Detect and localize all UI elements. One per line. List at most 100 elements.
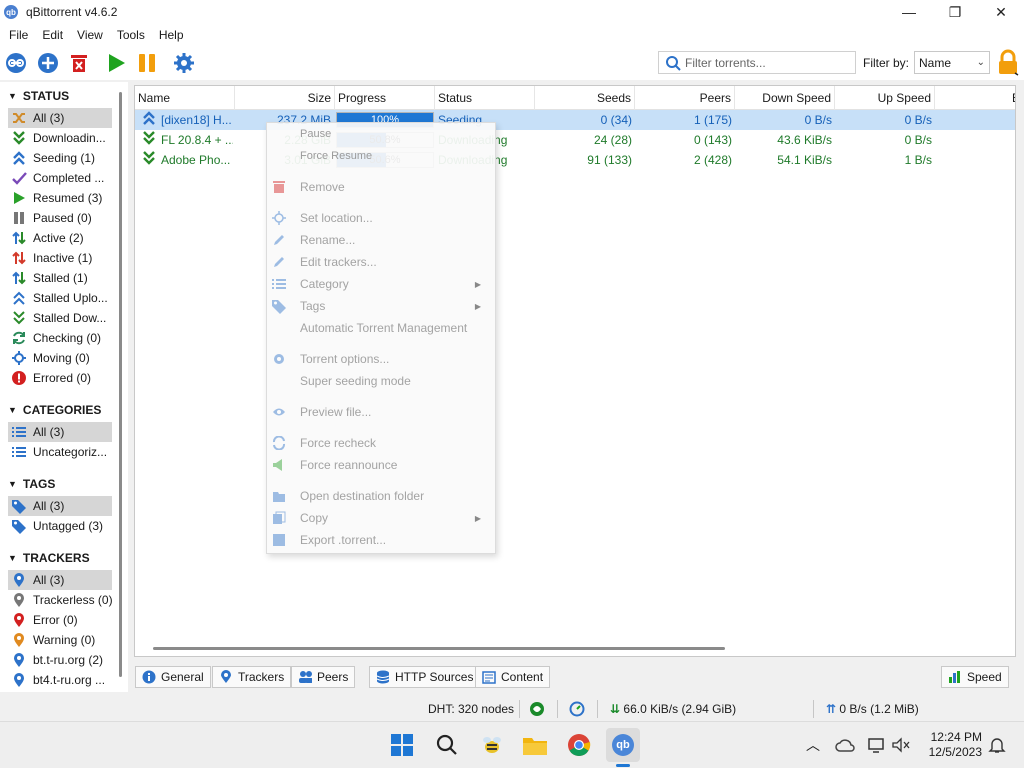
menu-item-open-destination-folder[interactable]: Open destination folder	[267, 485, 495, 507]
col-size[interactable]: Size	[235, 86, 335, 110]
qbittorrent-taskbar-button[interactable]: qb	[606, 728, 640, 762]
status-filter-item[interactable]: Seeding (1)	[8, 148, 112, 168]
bee-app-button[interactable]	[479, 732, 505, 758]
minimize-button[interactable]: —	[886, 0, 932, 24]
categories-header[interactable]: ▼ CATEGORIES	[8, 403, 101, 417]
col-name[interactable]: Name	[135, 86, 235, 110]
tab-general[interactable]: General	[135, 666, 211, 688]
peers-icon	[298, 670, 312, 684]
menu-item-force-reannounce[interactable]: Force reannounce	[267, 454, 495, 476]
menu-item-export-torrent[interactable]: Export .torrent...	[267, 529, 495, 551]
tab-speed[interactable]: Speed	[941, 666, 1009, 688]
maximize-button[interactable]: ❐	[932, 0, 978, 24]
filter-select[interactable]: Name ⌄	[914, 51, 990, 74]
search-input[interactable]	[685, 55, 845, 70]
search-box[interactable]	[658, 51, 856, 74]
download-arrow-icon: ⇊	[610, 702, 621, 716]
search-button[interactable]	[434, 732, 460, 758]
menu-edit[interactable]: Edit	[35, 25, 70, 45]
menu-item-category[interactable]: Category ▶	[267, 273, 495, 295]
menu-item-set-location[interactable]: Set location...	[267, 207, 495, 229]
menu-tools[interactable]: Tools	[110, 25, 152, 45]
status-filter-item[interactable]: Downloadin...	[8, 128, 112, 148]
col-down-speed[interactable]: Down Speed	[735, 86, 835, 110]
status-filter-item[interactable]: Completed ...	[8, 168, 112, 188]
lock-button[interactable]	[996, 49, 1020, 77]
col-status[interactable]: Status	[435, 86, 535, 110]
connection-status-icon[interactable]	[529, 701, 545, 720]
col-progress[interactable]: Progress	[335, 86, 435, 110]
status-filter-item[interactable]: Resumed (3)	[8, 188, 112, 208]
tab-content[interactable]: Content	[475, 666, 551, 688]
add-torrent-button[interactable]	[36, 51, 60, 75]
tracker-filter-item[interactable]: All (3)	[8, 570, 112, 590]
status-filter-item[interactable]: Stalled (1)	[8, 268, 112, 288]
options-button[interactable]	[172, 51, 196, 75]
col-seeds[interactable]: Seeds	[535, 86, 635, 110]
menu-item-super-seeding-mode[interactable]: Super seeding mode	[267, 370, 495, 392]
col-eta[interactable]: E	[1009, 86, 1015, 110]
status-filter-item[interactable]: Stalled Uplo...	[8, 288, 112, 308]
add-link-button[interactable]	[4, 51, 28, 75]
tag-filter-item[interactable]: All (3)	[8, 496, 112, 516]
status-filter-label: Stalled Uplo...	[33, 291, 108, 305]
tracker-filter-item[interactable]: bt4.t-ru.org ...	[8, 670, 112, 690]
volume-button[interactable]	[888, 732, 914, 758]
menu-item-automatic-torrent-management[interactable]: Automatic Torrent Management	[267, 317, 495, 339]
status-filter-item[interactable]: Active (2)	[8, 228, 112, 248]
onedrive-button[interactable]	[832, 732, 858, 758]
menu-view[interactable]: View	[70, 25, 110, 45]
menu-help[interactable]: Help	[152, 25, 191, 45]
show-hidden-icons-button[interactable]: ︿	[800, 732, 826, 758]
tab-trackers[interactable]: Trackers	[212, 666, 292, 688]
menu-item-pause[interactable]: Pause	[300, 128, 331, 140]
close-button[interactable]: ✕	[978, 0, 1024, 24]
tab-http-sources[interactable]: HTTP Sources	[369, 666, 481, 688]
category-filter-item[interactable]: All (3)	[8, 422, 112, 442]
menu-item-rename[interactable]: Rename...	[267, 229, 495, 251]
status-filter-label: Stalled (1)	[33, 271, 88, 285]
menu-item-force-recheck[interactable]: Force recheck	[267, 432, 495, 454]
status-header[interactable]: ▼ STATUS	[8, 89, 69, 103]
collapse-icon: ▼	[8, 91, 17, 101]
category-filter-item[interactable]: Uncategoriz...	[8, 442, 112, 462]
sidebar-scrollbar[interactable]	[119, 92, 122, 677]
tracker-filter-item[interactable]: Warning (0)	[8, 630, 112, 650]
notifications-button[interactable]	[984, 732, 1010, 758]
status-filter-item[interactable]: Stalled Dow...	[8, 308, 112, 328]
tags-header[interactable]: ▼ TAGS	[8, 477, 55, 491]
tracker-filter-item[interactable]: Error (0)	[8, 610, 112, 630]
chrome-button[interactable]	[566, 732, 592, 758]
table-hscrollbar[interactable]	[153, 647, 725, 650]
status-filter-item[interactable]: Inactive (1)	[8, 248, 112, 268]
menu-item-remove[interactable]: Remove	[267, 176, 495, 198]
speed-limit-icon[interactable]	[569, 701, 585, 720]
menu-item-preview-file[interactable]: Preview file...	[267, 401, 495, 423]
status-filter-item[interactable]: All (3)	[8, 108, 112, 128]
col-up-speed[interactable]: Up Speed	[835, 86, 935, 110]
tracker-filter-item[interactable]: bt.t-ru.org (2)	[8, 650, 112, 670]
status-filter-item[interactable]: Errored (0)	[8, 368, 112, 388]
menu-item-copy[interactable]: Copy ▶	[267, 507, 495, 529]
status-filter-item[interactable]: Moving (0)	[8, 348, 112, 368]
menu-item-force-resume[interactable]: Force Resume	[300, 150, 372, 162]
tab-peers[interactable]: Peers	[291, 666, 356, 688]
network-button[interactable]	[864, 732, 890, 758]
start-button[interactable]	[389, 732, 415, 758]
trackers-header[interactable]: ▼ TRACKERS	[8, 551, 90, 565]
submenu-arrow-icon: ▶	[474, 513, 481, 523]
menu-item-tags[interactable]: Tags ▶	[267, 295, 495, 317]
tracker-filter-item[interactable]: Trackerless (0)	[8, 590, 112, 610]
menu-item-edit-trackers[interactable]: Edit trackers...	[267, 251, 495, 273]
file-explorer-button[interactable]	[522, 732, 548, 758]
menu-item-torrent-options[interactable]: Torrent options...	[267, 348, 495, 370]
status-filter-item[interactable]: Checking (0)	[8, 328, 112, 348]
taskbar-clock[interactable]: 12:24 PM 12/5/2023	[929, 730, 982, 760]
status-filter-item[interactable]: Paused (0)	[8, 208, 112, 228]
start-button[interactable]	[104, 51, 128, 75]
col-peers[interactable]: Peers	[635, 86, 735, 110]
menu-file[interactable]: File	[2, 25, 35, 45]
tag-filter-item[interactable]: Untagged (3)	[8, 516, 112, 536]
delete-button[interactable]	[67, 51, 91, 75]
pause-button[interactable]	[135, 51, 159, 75]
